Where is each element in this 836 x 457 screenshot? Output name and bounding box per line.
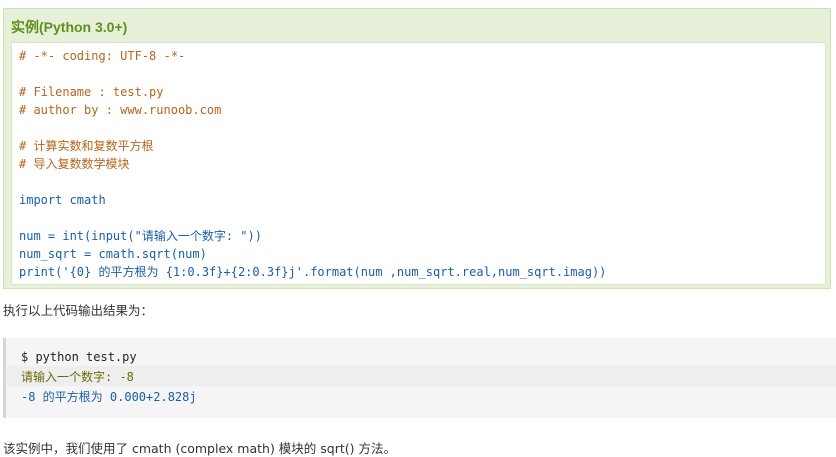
code-line: # 计算实数和复数平方根 xyxy=(19,139,154,153)
code-line: # Filename : test.py xyxy=(19,85,164,99)
output-box[interactable]: $ python test.py 请输入一个数字: -8 -8 的平方根为 0.… xyxy=(3,338,836,418)
code-line: print('{0} 的平方根为 {1:0.3f}+{2:0.3f}j'.for… xyxy=(19,265,607,279)
code-line: num_sqrt = cmath.sqrt(num) xyxy=(19,247,207,261)
example-title: 实例(Python 3.0+) xyxy=(11,19,128,35)
example-box: 实例(Python 3.0+) # -*- coding: UTF-8 -*- … xyxy=(3,8,831,289)
code-line: # -*- coding: UTF-8 -*- xyxy=(19,49,186,63)
code-line: import cmath xyxy=(19,193,106,207)
output-command: $ python test.py xyxy=(21,350,137,364)
code-line: # author by : www.runoob.com xyxy=(19,103,222,117)
output-prompt-line: 请输入一个数字: -8 xyxy=(21,370,134,384)
code-block[interactable]: # -*- coding: UTF-8 -*- # Filename : tes… xyxy=(11,42,826,285)
output-intro-text: 执行以上代码输出结果为： xyxy=(3,303,154,318)
output-result-line: -8 的平方根为 0.000+2.828j xyxy=(21,390,197,404)
code-line: num = int(input("请输入一个数字: ")) xyxy=(19,229,262,243)
code-line: # 导入复数数学模块 xyxy=(19,157,130,171)
description-text: 该实例中，我们使用了 cmath (complex math) 模块的 sqrt… xyxy=(3,441,396,456)
